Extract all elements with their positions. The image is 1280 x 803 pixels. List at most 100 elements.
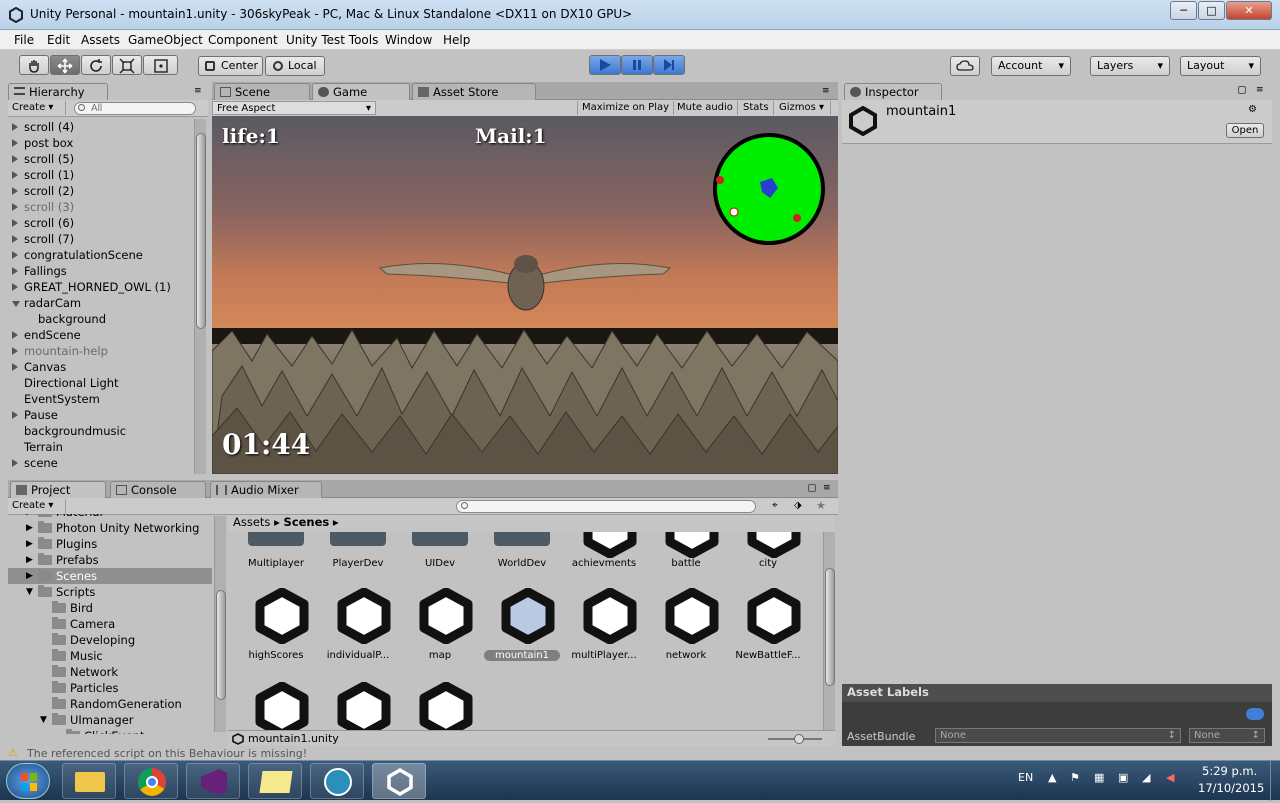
tab-console[interactable]: Console: [110, 481, 206, 498]
asset-item[interactable]: Multiplayer: [228, 532, 310, 578]
hierarchy-item[interactable]: EventSystem: [8, 391, 194, 407]
project-create-button[interactable]: Create ▾: [8, 499, 66, 513]
expand-arrow-icon[interactable]: [12, 459, 18, 467]
hierarchy-item[interactable]: Pause: [8, 407, 194, 423]
expand-arrow-icon[interactable]: [12, 171, 18, 179]
hierarchy-item[interactable]: Canvas: [8, 359, 194, 375]
favorites-star-icon[interactable]: ★: [816, 499, 826, 512]
expand-arrow-icon[interactable]: [12, 283, 18, 291]
tab-hierarchy[interactable]: Hierarchy: [8, 83, 108, 100]
stats-toggle[interactable]: Stats: [739, 101, 774, 115]
expand-arrow-icon[interactable]: [12, 139, 18, 147]
folder-item[interactable]: ▶ Scenes: [8, 568, 212, 584]
hierarchy-item[interactable]: backgroundmusic: [8, 423, 194, 439]
sourcetree-taskbar-button[interactable]: [310, 763, 364, 799]
folder-item[interactable]: ClickEvent: [8, 728, 212, 734]
folder-tree-scrollbar[interactable]: [214, 516, 226, 732]
expand-arrow-icon[interactable]: [12, 411, 18, 419]
network-icon[interactable]: ▦: [1094, 771, 1104, 784]
hierarchy-item[interactable]: scroll (1): [8, 167, 194, 183]
asset-item[interactable]: PlayerDev: [310, 532, 392, 578]
panel-menu-icon[interactable]: ≡: [822, 86, 830, 96]
pause-button[interactable]: [621, 55, 653, 75]
open-button[interactable]: Open: [1226, 123, 1264, 138]
asset-item[interactable]: [310, 681, 392, 730]
visual-studio-taskbar-button[interactable]: [186, 763, 240, 799]
game-viewport[interactable]: life:1 Mail:1 01:44: [212, 116, 838, 474]
panel-menu-icon[interactable]: ≡: [194, 86, 202, 96]
show-desktop-button[interactable]: [1270, 761, 1280, 801]
maximize-on-play-toggle[interactable]: Maximize on Play: [577, 101, 675, 115]
hierarchy-item[interactable]: scroll (5): [8, 151, 194, 167]
hierarchy-item[interactable]: Directional Light: [8, 375, 194, 391]
expand-arrow-icon[interactable]: [12, 331, 18, 339]
expand-arrow-icon[interactable]: [12, 203, 18, 211]
hierarchy-item[interactable]: scroll (2): [8, 183, 194, 199]
settings-gear-icon[interactable]: ⚙: [1248, 104, 1257, 115]
menu-window[interactable]: Window: [385, 33, 432, 47]
maximize-button[interactable]: □: [1198, 1, 1225, 20]
folder-item[interactable]: Camera: [8, 616, 212, 632]
expand-arrow-open-icon[interactable]: [12, 301, 20, 307]
folder-item[interactable]: Particles: [8, 680, 212, 696]
clock-date[interactable]: 17/10/2015: [1198, 781, 1264, 795]
show-hidden-icons-icon[interactable]: ▲: [1048, 771, 1056, 784]
filter-by-type-icon[interactable]: ⌖: [772, 500, 778, 511]
tab-asset-store[interactable]: Asset Store: [412, 83, 536, 100]
tab-audio-mixer[interactable]: Audio Mixer: [210, 481, 322, 498]
expand-arrow-icon[interactable]: [12, 363, 18, 371]
close-button[interactable]: ✕: [1226, 1, 1272, 20]
expand-arrow-icon[interactable]: ▶: [26, 552, 33, 568]
folder-item[interactable]: Bird: [8, 600, 212, 616]
folder-item[interactable]: RandomGeneration: [8, 696, 212, 712]
asset-item[interactable]: city: [720, 532, 802, 578]
menu-assets[interactable]: Assets: [81, 33, 120, 47]
hierarchy-item[interactable]: post box: [8, 135, 194, 151]
asset-item[interactable]: UIDev: [392, 532, 474, 578]
start-button[interactable]: [6, 763, 50, 799]
gizmos-dropdown[interactable]: Gizmos ▾: [775, 101, 831, 115]
folder-item[interactable]: Music: [8, 648, 212, 664]
expand-arrow-icon[interactable]: [12, 187, 18, 195]
scrollbar-thumb[interactable]: [216, 590, 226, 700]
hand-tool-button[interactable]: [19, 55, 49, 75]
hierarchy-item[interactable]: GREAT_HORNED_OWL (1): [8, 279, 194, 295]
menu-unity-test-tools[interactable]: Unity Test Tools: [286, 33, 378, 47]
cloud-button[interactable]: [950, 56, 980, 76]
asset-item[interactable]: [392, 681, 474, 730]
hierarchy-item[interactable]: congratulationScene: [8, 247, 194, 263]
expand-arrow-open-icon[interactable]: ▼: [40, 712, 47, 728]
file-explorer-taskbar-button[interactable]: [62, 763, 116, 799]
folder-item[interactable]: ▶ Photon Unity Networking: [8, 520, 212, 536]
hierarchy-item[interactable]: scroll (7): [8, 231, 194, 247]
scrollbar-thumb[interactable]: [825, 568, 835, 686]
folder-item[interactable]: Developing: [8, 632, 212, 648]
menu-component[interactable]: Component: [208, 33, 278, 47]
filter-by-label-icon[interactable]: ⬗: [794, 500, 802, 511]
chrome-taskbar-button[interactable]: [124, 763, 178, 799]
step-button[interactable]: [653, 55, 685, 75]
volume-muted-icon[interactable]: ◀: [1166, 771, 1174, 784]
clock-time[interactable]: 5:29 p.m.: [1202, 764, 1257, 778]
folder-item[interactable]: Network: [8, 664, 212, 680]
tab-project[interactable]: Project: [10, 481, 106, 498]
panel-menu-icon[interactable]: ≡: [1256, 85, 1264, 95]
rotate-tool-button[interactable]: [81, 55, 111, 75]
asset-grid-scrollbar[interactable]: [823, 532, 835, 730]
layout-dropdown[interactable]: Layout ▾: [1180, 56, 1261, 76]
asset-item[interactable]: network: [638, 587, 720, 668]
slider-knob[interactable]: [794, 734, 804, 744]
tab-game[interactable]: Game: [312, 83, 410, 100]
asset-item[interactable]: map: [392, 587, 474, 668]
variant-dropdown[interactable]: None ↕: [1189, 728, 1265, 743]
expand-arrow-icon[interactable]: ▶: [26, 568, 33, 584]
breadcrumb-scenes[interactable]: Scenes: [284, 515, 330, 529]
lock-icon[interactable]: [1238, 86, 1246, 94]
hierarchy-item[interactable]: radarCam: [8, 295, 194, 311]
expand-arrow-icon[interactable]: [12, 347, 18, 355]
tab-scene[interactable]: Scene: [214, 83, 310, 100]
hierarchy-item[interactable]: endScene: [8, 327, 194, 343]
tab-inspector[interactable]: Inspector: [844, 83, 942, 100]
menu-edit[interactable]: Edit: [47, 33, 70, 47]
folder-item[interactable]: ▶ Plugins: [8, 536, 212, 552]
